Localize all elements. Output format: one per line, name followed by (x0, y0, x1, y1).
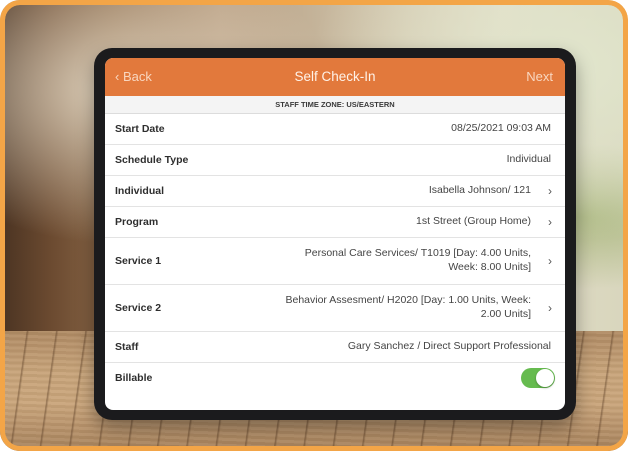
nav-bar: ‹ Back Self Check-In Next (105, 58, 565, 96)
billable-toggle[interactable] (521, 368, 555, 388)
row-label: Service 2 (115, 302, 162, 314)
photo-background: ‹ Back Self Check-In Next STAFF TIME ZON… (0, 0, 628, 451)
chevron-right-icon: › (548, 184, 552, 198)
row-label: Service 1 (115, 255, 162, 267)
row-start-date[interactable]: Start Date 08/25/2021 09:03 AM (105, 114, 565, 145)
row-value: 08/25/2021 09:03 AM (451, 122, 551, 135)
row-billable: Billable (105, 363, 565, 393)
row-label: Program (115, 216, 159, 228)
page-title: Self Check-In (294, 69, 376, 84)
row-service-2[interactable]: Service 2 Behavior Assesment/ H2020 [Day… (105, 285, 565, 332)
row-value: 1st Street (Group Home) (416, 215, 531, 228)
row-schedule-type[interactable]: Schedule Type Individual (105, 145, 565, 176)
row-value: Individual (506, 153, 551, 166)
row-label: Individual (115, 185, 165, 197)
tablet-screen: ‹ Back Self Check-In Next STAFF TIME ZON… (105, 58, 565, 410)
row-label: Staff (115, 341, 139, 353)
row-label: Schedule Type (115, 154, 189, 166)
chevron-right-icon: › (548, 301, 552, 315)
row-staff[interactable]: Staff Gary Sanchez / Direct Support Prof… (105, 332, 565, 363)
row-value: Personal Care Services/ T1019 [Day: 4.00… (304, 247, 531, 273)
row-value: Behavior Assesment/ H2020 [Day: 1.00 Uni… (285, 294, 531, 320)
row-label: Billable (115, 372, 153, 384)
chevron-right-icon: › (548, 215, 552, 229)
row-individual[interactable]: Individual Isabella Johnson/ 121 › (105, 176, 565, 207)
next-button[interactable]: Next (526, 69, 553, 84)
row-label: Start Date (115, 123, 165, 135)
chevron-right-icon: › (548, 254, 552, 268)
toggle-knob (536, 369, 554, 387)
timezone-header: STAFF TIME ZONE: US/EASTERN (105, 96, 565, 114)
row-service-1[interactable]: Service 1 Personal Care Services/ T1019 … (105, 238, 565, 285)
row-value: Gary Sanchez / Direct Support Profession… (347, 340, 551, 353)
tablet-device: ‹ Back Self Check-In Next STAFF TIME ZON… (94, 48, 576, 420)
row-program[interactable]: Program 1st Street (Group Home) › (105, 207, 565, 238)
row-value: Isabella Johnson/ 121 (428, 184, 531, 197)
